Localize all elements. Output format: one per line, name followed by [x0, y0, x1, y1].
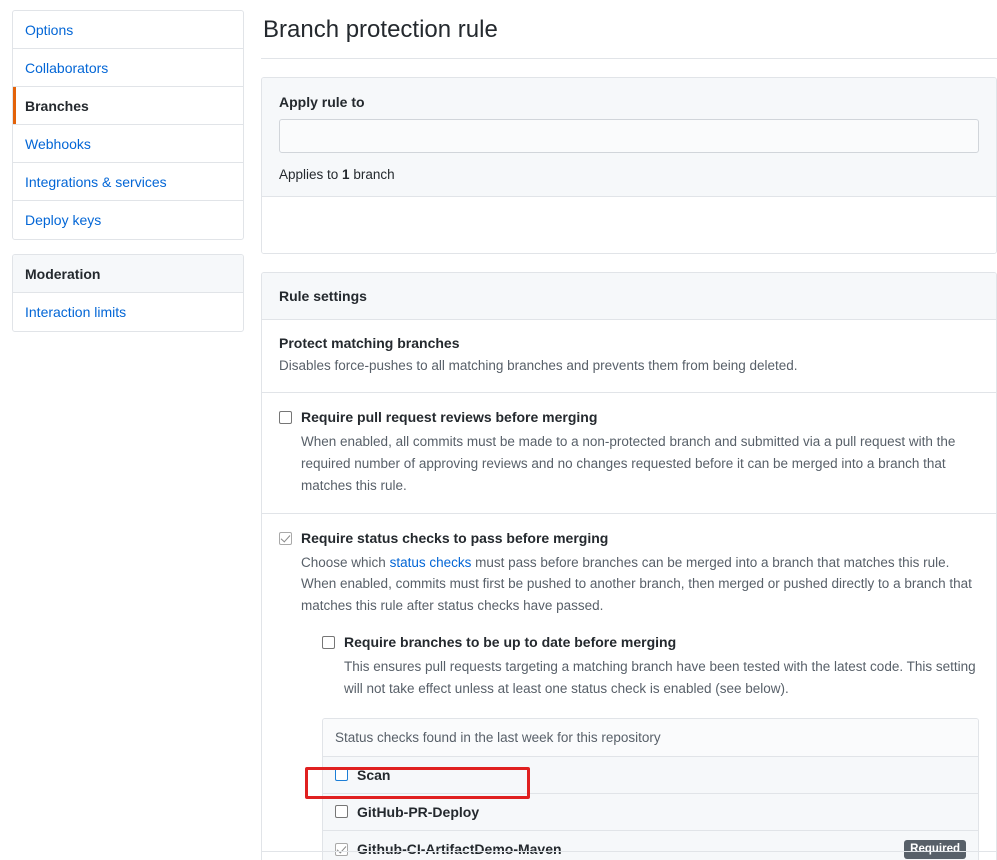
sidebar-item-label: Webhooks — [25, 136, 91, 152]
status-checks-list-header: Status checks found in the last week for… — [323, 719, 978, 757]
protect-matching-branches-title: Protect matching branches — [279, 335, 979, 351]
page-title: Branch protection rule — [261, 0, 997, 59]
applies-to-suffix: branch — [350, 167, 395, 182]
applies-to-count: 1 — [342, 167, 350, 182]
sidebar-item-branches[interactable]: Branches — [13, 87, 243, 125]
settings-sidebar: Options Collaborators Branches Webhooks … — [12, 10, 244, 332]
require-up-to-date-block: Require branches to be up to date before… — [322, 633, 979, 700]
protect-matching-branches-description: Disables force-pushes to all matching br… — [279, 356, 979, 376]
sidebar-moderation-header: Moderation — [13, 255, 243, 293]
rule-settings-panel: Rule settings Protect matching branches … — [261, 272, 997, 860]
require-status-checks-section: Require status checks to pass before mer… — [262, 514, 996, 860]
require-status-checks-checkbox[interactable] — [279, 532, 292, 545]
status-check-checkbox-github-ci-artifactdemo-maven[interactable] — [335, 843, 348, 856]
require-status-checks-label: Require status checks to pass before mer… — [301, 529, 979, 548]
require-pull-request-reviews-section: Require pull request reviews before merg… — [262, 393, 996, 513]
sidebar-item-options[interactable]: Options — [13, 11, 243, 49]
branch-name-pattern-input[interactable] — [279, 119, 979, 153]
apply-rule-panel: Apply rule to Applies to 1 branch — [261, 77, 997, 254]
status-check-label: Github-CI-ArtifactDemo-Maven — [357, 841, 562, 857]
apply-rule-label: Apply rule to — [279, 94, 979, 110]
status-check-label: GitHub-PR-Deploy — [357, 804, 479, 820]
sidebar-item-label: Deploy keys — [25, 212, 101, 228]
protect-matching-branches-section: Protect matching branches Disables force… — [262, 320, 996, 393]
status-check-checkbox-scan[interactable] — [335, 768, 348, 781]
applies-to-text: Applies to 1 branch — [279, 167, 979, 182]
apply-rule-empty-area — [262, 197, 996, 253]
status-check-row-github-pr-deploy[interactable]: GitHub-PR-Deploy — [323, 794, 978, 831]
sidebar-item-webhooks[interactable]: Webhooks — [13, 125, 243, 163]
sidebar-item-integrations-and-services[interactable]: Integrations & services — [13, 163, 243, 201]
require-pull-request-reviews-label: Require pull request reviews before merg… — [301, 408, 979, 427]
require-up-to-date-label: Require branches to be up to date before… — [344, 633, 979, 652]
status-check-checkbox-github-pr-deploy[interactable] — [335, 805, 348, 818]
sidebar-moderation-menu: Moderation Interaction limits — [12, 254, 244, 332]
sidebar-item-interaction-limits[interactable]: Interaction limits — [13, 293, 243, 331]
bottom-divider — [261, 851, 997, 852]
sidebar-item-label: Collaborators — [25, 60, 108, 76]
sidebar-item-deploy-keys[interactable]: Deploy keys — [13, 201, 243, 239]
main-content: Branch protection rule Apply rule to App… — [261, 0, 997, 860]
require-status-checks-description: Choose which status checks must pass bef… — [301, 552, 979, 618]
branch-protection-settings-page: Options Collaborators Branches Webhooks … — [0, 0, 997, 860]
sidebar-item-label: Branches — [25, 98, 89, 114]
sidebar-item-collaborators[interactable]: Collaborators — [13, 49, 243, 87]
applies-to-prefix: Applies to — [279, 167, 342, 182]
status-check-row-scan[interactable]: Scan — [323, 757, 978, 794]
status-badge-required: Required — [904, 840, 966, 859]
status-check-label: Scan — [357, 767, 390, 783]
status-checks-desc-part1: Choose which — [301, 555, 390, 570]
sidebar-item-label: Integrations & services — [25, 174, 167, 190]
require-pull-request-reviews-checkbox[interactable] — [279, 411, 292, 424]
apply-rule-block: Apply rule to Applies to 1 branch — [262, 78, 996, 197]
sidebar-primary-menu: Options Collaborators Branches Webhooks … — [12, 10, 244, 240]
status-checks-link[interactable]: status checks — [390, 555, 472, 570]
sidebar-item-label: Options — [25, 22, 73, 38]
rule-settings-header: Rule settings — [262, 273, 996, 320]
require-up-to-date-description: This ensures pull requests targeting a m… — [344, 656, 979, 700]
status-checks-list: Status checks found in the last week for… — [322, 718, 979, 860]
status-check-row-github-ci-artifactdemo-maven[interactable]: Github-CI-ArtifactDemo-Maven Required — [323, 831, 978, 860]
require-up-to-date-checkbox[interactable] — [322, 636, 335, 649]
sidebar-item-label: Interaction limits — [25, 304, 126, 320]
require-pull-request-reviews-description: When enabled, all commits must be made t… — [301, 431, 979, 497]
